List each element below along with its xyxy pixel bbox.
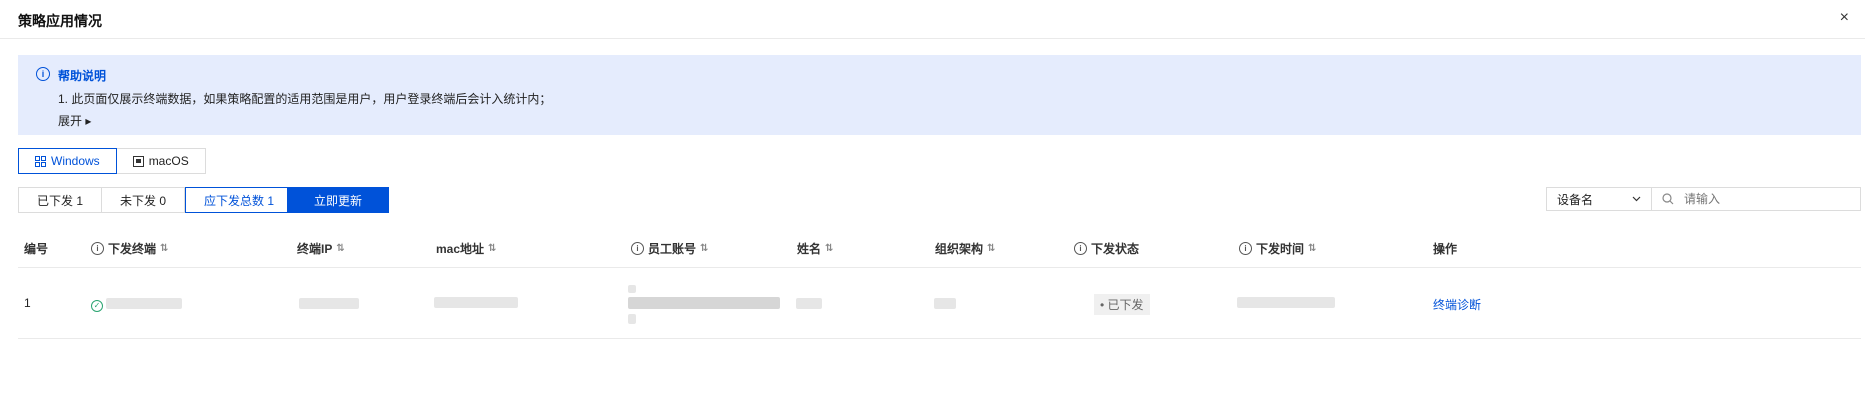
col-name-label: 姓名	[797, 242, 822, 256]
col-terminal-label: 下发终端	[108, 242, 157, 256]
row-index: 1	[24, 296, 31, 310]
col-time-label: 下发时间	[1256, 242, 1305, 256]
sort-icon[interactable]: ⇅	[987, 243, 995, 254]
info-icon: i	[91, 242, 104, 255]
update-now-button[interactable]: 立即更新	[287, 187, 389, 213]
col-time[interactable]: i 下发时间 ⇅	[1239, 240, 1316, 257]
help-title: 帮助说明	[58, 69, 107, 83]
tab-windows[interactable]: Windows	[18, 148, 117, 174]
dialog-title: 策略应用情况	[18, 13, 102, 29]
info-icon: i	[631, 242, 644, 255]
status-filters: 已下发 1 未下发 0 应下发总数 1	[18, 187, 294, 213]
redacted-ip	[299, 298, 359, 309]
col-org-label: 组织架构	[935, 242, 984, 256]
tab-macos-label: macOS	[148, 154, 189, 168]
info-icon: i	[1239, 242, 1252, 255]
redacted-org	[934, 298, 956, 309]
table-row: 1 ✓ • 已下发 终端诊断	[18, 268, 1861, 339]
sort-icon[interactable]: ⇅	[488, 243, 496, 254]
status-badge: • 已下发	[1094, 294, 1150, 315]
windows-icon	[35, 155, 46, 167]
sort-icon[interactable]: ⇅	[825, 243, 833, 254]
tab-macos[interactable]: macOS	[116, 148, 206, 174]
col-org[interactable]: 组织架构 ⇅	[935, 240, 995, 257]
col-index-label: 编号	[24, 242, 49, 256]
search-field-value: 设备名	[1557, 192, 1594, 207]
dialog-header: 策略应用情况 ×	[0, 0, 1865, 39]
filter-not-issued[interactable]: 未下发 0	[102, 187, 186, 213]
search-box	[1652, 187, 1861, 211]
os-tabs: Windows macOS	[18, 148, 206, 174]
help-line-1: 1. 此页面仅展示终端数据，如果策略配置的适用范围是用户，用户登录终端后会计入统…	[58, 92, 552, 106]
redacted-account-2	[628, 297, 780, 309]
col-mac[interactable]: mac地址 ⇅	[436, 240, 496, 257]
col-actions: 操作	[1433, 240, 1457, 257]
redacted-time	[1237, 297, 1335, 308]
col-status: i 下发状态	[1074, 240, 1139, 257]
terminal-status-icon: ✓	[91, 297, 103, 312]
col-name[interactable]: 姓名 ⇅	[797, 240, 833, 257]
search-icon	[1662, 193, 1674, 205]
col-index: 编号	[24, 240, 48, 257]
sort-icon[interactable]: ⇅	[1308, 243, 1316, 254]
close-icon[interactable]: ×	[1840, 9, 1849, 27]
filter-total[interactable]: 应下发总数 1	[185, 187, 294, 213]
sort-icon[interactable]: ⇅	[160, 243, 168, 254]
filter-issued[interactable]: 已下发 1	[18, 187, 103, 213]
col-status-label: 下发状态	[1091, 242, 1140, 256]
terminal-diagnosis-link[interactable]: 终端诊断	[1433, 296, 1481, 313]
col-mac-label: mac地址	[436, 242, 485, 256]
tab-windows-label: Windows	[51, 154, 100, 168]
col-actions-label: 操作	[1433, 242, 1458, 256]
redacted-account-3	[628, 314, 636, 324]
sort-icon[interactable]: ⇅	[700, 243, 708, 254]
col-ip-label: 终端IP	[297, 242, 333, 256]
help-banner: i 帮助说明 1. 此页面仅展示终端数据，如果策略配置的适用范围是用户，用户登录…	[18, 55, 1861, 135]
sort-icon[interactable]: ⇅	[336, 243, 344, 254]
info-icon: i	[1074, 242, 1087, 255]
col-terminal[interactable]: i 下发终端 ⇅	[91, 240, 168, 257]
search-field-select[interactable]: 设备名	[1546, 187, 1652, 211]
col-account-label: 员工账号	[648, 242, 697, 256]
check-circle-icon: ✓	[91, 300, 103, 312]
redacted-mac	[434, 297, 518, 308]
chevron-down-icon	[1632, 196, 1641, 202]
redacted-name	[796, 298, 822, 309]
redacted-terminal	[106, 298, 182, 309]
monitor-icon	[132, 155, 144, 167]
table-header: 编号 i 下发终端 ⇅ 终端IP ⇅ mac地址 ⇅ i 员工账号 ⇅ 姓名 ⇅…	[18, 227, 1861, 268]
col-ip[interactable]: 终端IP ⇅	[297, 240, 345, 257]
search-input[interactable]	[1682, 191, 1846, 207]
info-icon: i	[36, 67, 50, 81]
col-account[interactable]: i 员工账号 ⇅	[631, 240, 708, 257]
help-expand-link[interactable]: 展开 ▸	[58, 112, 91, 129]
redacted-account-1	[628, 285, 636, 293]
